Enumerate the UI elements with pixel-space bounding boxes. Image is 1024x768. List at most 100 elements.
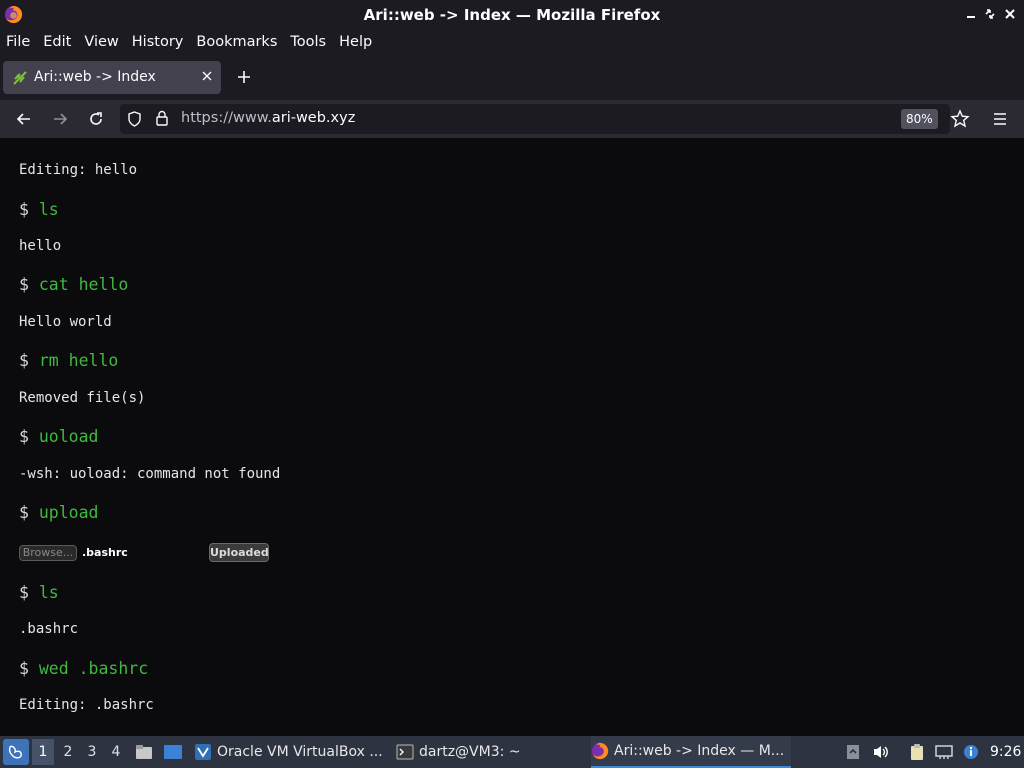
prompt-command: uoload [38,427,99,446]
restore-icon [985,9,995,19]
menu-bar: File Edit View History Bookmarks Tools H… [0,29,1024,55]
prompt-command: rm hello [38,351,119,370]
tab-title: Ari::web -> Index [34,69,156,85]
reload-button[interactable] [85,108,107,130]
prompt-command: wed .bashrc [38,659,149,678]
speaker-icon [874,746,888,758]
task-virtualbox[interactable]: Oracle VM VirtualBox ... [194,736,389,768]
terminal-output: Editing: hello [19,162,138,178]
prompt-symbol: $ [19,659,39,678]
prompt-symbol: $ [19,503,39,522]
hamburger-menu-icon [994,113,1006,125]
terminal-output: Removed file(s) [19,390,146,406]
prompt-command: ls [38,200,59,219]
window-titlebar: Ari::web -> Index — Mozilla Firefox [0,0,1024,29]
prompt-symbol: $ [19,427,39,446]
url-domain: ari-web.xyz [271,110,356,126]
terminal-prompt-line: $ wed .bashrc [19,659,148,678]
terminal-prompt-line: $ rm hello [19,351,118,370]
menu-file[interactable]: File [6,34,30,50]
task-label: Ari::web -> Index — M... [614,743,785,759]
url-bar[interactable]: https://www.ari-web.xyz 80% [120,104,970,134]
terminal-clipped-line: ╵ [19,138,28,146]
prompt-command: upload [38,503,99,522]
terminal-output: Editing: .bashrc [19,697,154,713]
task-label: Oracle VM VirtualBox ... [217,744,383,760]
clock[interactable]: 9:26 [990,744,1021,760]
tab-ari-web[interactable]: Ari::web -> Index [3,61,221,94]
file-browse-button[interactable]: Browse... [19,545,77,561]
back-button[interactable] [13,108,35,130]
terminal-prompt-line: $ uoload [19,427,98,446]
menu-help[interactable]: Help [339,34,372,50]
menu-tools[interactable]: Tools [290,34,326,50]
app-menu-button[interactable] [989,108,1011,130]
url-text[interactable]: https://www.ari-web.xyz [181,110,355,126]
menu-edit[interactable]: Edit [43,34,71,50]
clipboard-button[interactable] [907,742,927,762]
workspace-2[interactable]: 2 [57,739,79,765]
lock-icon[interactable] [155,110,169,127]
maximize-button[interactable] [981,5,999,23]
chevron-up-icon [847,745,859,759]
start-menu-button[interactable] [3,739,29,765]
virtualbox-icon [195,744,211,760]
taskbar: 1 2 3 4 Oracle VM VirtualBox ... dartz@V… [0,736,1024,768]
show-desktop-icon[interactable] [163,742,183,762]
terminal-prompt-line: $ ls [19,200,59,219]
menu-history[interactable]: History [132,34,184,50]
arrow-right-icon [54,113,68,125]
file-manager-icon[interactable] [134,742,154,762]
network-button[interactable] [934,742,954,762]
menu-view[interactable]: View [84,34,118,50]
close-window-button[interactable] [1001,5,1019,23]
minimize-icon [967,16,975,18]
close-icon [202,71,212,81]
minimize-button[interactable] [962,5,980,23]
new-tab-button[interactable] [232,65,256,89]
prompt-symbol: $ [19,200,39,219]
notifications-button[interactable] [961,742,981,762]
terminal-icon [396,744,414,760]
info-icon [964,745,978,759]
prompt-command: ls [38,583,59,602]
prompt-symbol: $ [19,275,39,294]
workspace-3[interactable]: 3 [81,739,103,765]
terminal-output: .bashrc [19,621,79,637]
forward-button[interactable] [49,108,71,130]
upload-status-button[interactable]: Uploaded [209,543,269,562]
task-terminal[interactable]: dartz@VM3: ~ [396,736,586,768]
terminal-output: hello [19,238,62,254]
tab-close-button[interactable] [202,69,212,85]
navigation-bar: https://www.ari-web.xyz 80% [0,100,1024,138]
close-icon [1005,9,1015,19]
bookmark-star-icon[interactable] [950,109,970,129]
zoom-level-button[interactable]: 80% [901,109,938,129]
terminal-prompt-line: $ ls [19,583,59,602]
terminal-prompt-line: $ cat hello [19,275,128,294]
task-label: dartz@VM3: ~ [419,744,521,760]
prompt-symbol: $ [19,351,39,370]
clipboard-icon [911,744,923,760]
firefox-icon [591,742,609,760]
plus-icon [238,71,250,83]
tray-collapse-button[interactable] [843,742,863,762]
reload-icon [90,112,102,125]
volume-button[interactable] [871,742,891,762]
url-scheme: https://www. [181,110,272,126]
terminal-error-output: -wsh: uoload: command not found [19,466,281,482]
workspace-4[interactable]: 4 [105,739,127,765]
network-icon [935,745,953,759]
distro-logo-icon [8,745,22,759]
tracking-protection-shield-icon[interactable] [127,111,142,127]
workspace-1[interactable]: 1 [32,739,54,765]
leaf-favicon-icon [13,71,27,85]
selected-filename: .bashrc [82,546,128,559]
prompt-command: cat hello [38,275,129,294]
menu-bookmarks[interactable]: Bookmarks [196,34,277,50]
arrow-left-icon [16,113,30,125]
web-terminal-page[interactable]: ╵ Editing: hello $ ls hello $ cat hello … [0,138,1024,736]
terminal-output: Hello world [19,314,112,330]
task-firefox[interactable]: Ari::web -> Index — M... [591,736,791,768]
window-title: Ari::web -> Index — Mozilla Firefox [363,6,661,24]
